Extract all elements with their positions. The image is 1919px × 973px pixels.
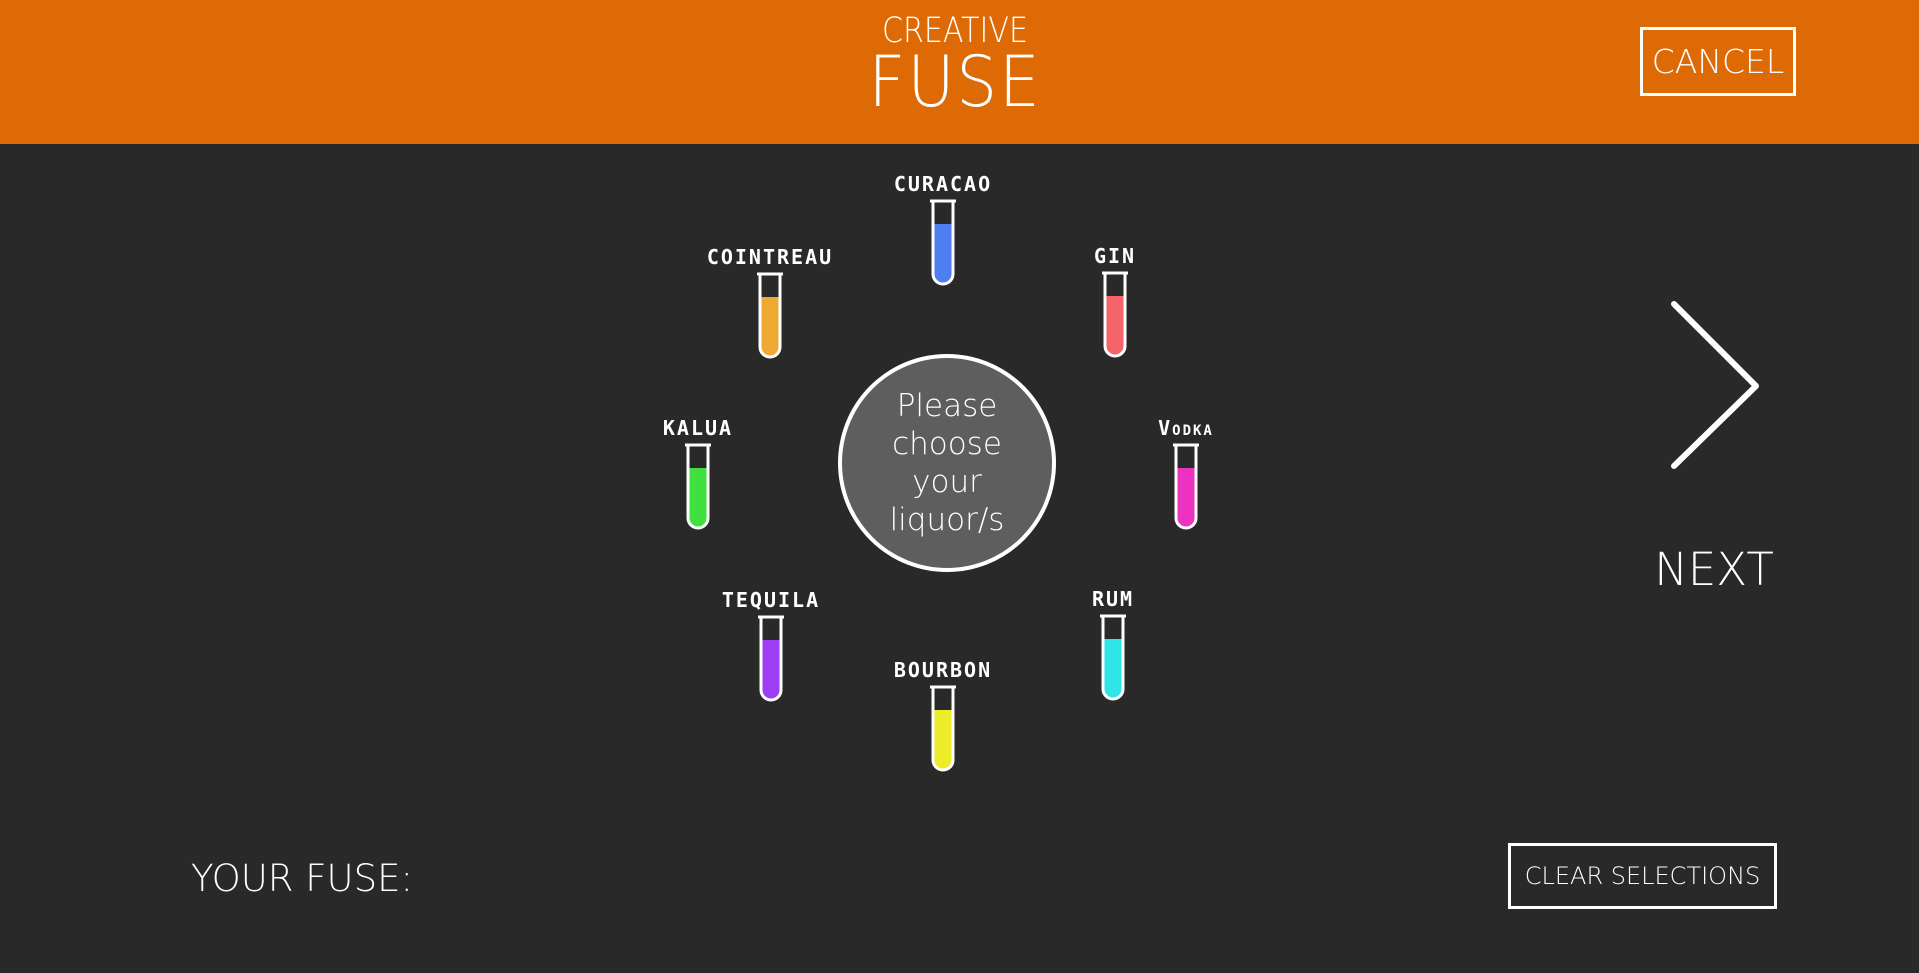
- liquor-label: TEQUILA: [721, 588, 821, 612]
- test-tube-icon: [757, 272, 783, 359]
- prompt-circle: Please choose your liquor/s: [838, 354, 1056, 572]
- liquor-label: CURACAO: [893, 172, 993, 196]
- liquor-label: GIN: [1093, 244, 1137, 268]
- liquor-option-vodka[interactable]: Vodka: [1116, 416, 1256, 534]
- prompt-text: Please choose your liquor/s: [889, 388, 1005, 538]
- liquor-option-cointreau[interactable]: COINTREAU: [700, 245, 840, 363]
- creative-fuse-logo: CREATIVE FUSE: [860, 14, 1050, 123]
- liquor-label: COINTREAU: [706, 245, 834, 269]
- test-tube-icon: [758, 615, 784, 702]
- test-tube-icon: [1100, 614, 1126, 701]
- test-tube-icon: [685, 443, 711, 530]
- liquor-label: BOURBON: [893, 658, 993, 682]
- liquor-label: Vodka: [1158, 416, 1214, 440]
- liquor-label: RUM: [1091, 587, 1135, 611]
- liquor-option-tequila[interactable]: TEQUILA: [701, 588, 841, 706]
- liquor-label: KALUA: [662, 416, 734, 440]
- liquor-option-kalua[interactable]: KALUA: [628, 416, 768, 534]
- your-fuse-label: YOUR FUSE:: [191, 857, 413, 900]
- logo-bottom-text: FUSE: [868, 41, 1042, 123]
- liquor-option-curacao[interactable]: CURACAO: [873, 172, 1013, 290]
- app-header: CREATIVE FUSE CANCEL: [0, 0, 1919, 144]
- chevron-right-icon[interactable]: [1660, 296, 1760, 472]
- next-button[interactable]: NEXT: [1640, 543, 1788, 596]
- test-tube-icon: [1173, 443, 1199, 530]
- liquor-option-bourbon[interactable]: BOURBON: [873, 658, 1013, 776]
- test-tube-icon: [930, 199, 956, 286]
- test-tube-icon: [930, 685, 956, 772]
- liquor-option-gin[interactable]: GIN: [1045, 244, 1185, 362]
- cancel-button[interactable]: CANCEL: [1640, 27, 1796, 96]
- liquor-option-rum[interactable]: RUM: [1043, 587, 1183, 705]
- test-tube-icon: [1102, 271, 1128, 358]
- clear-selections-button[interactable]: CLEAR SELECTIONS: [1508, 843, 1777, 909]
